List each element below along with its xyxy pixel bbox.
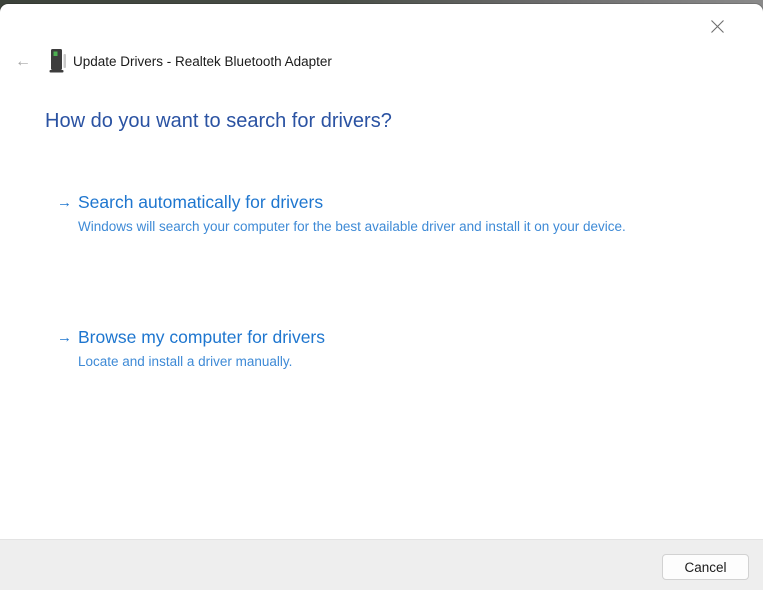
forward-arrow-icon: → [57, 194, 72, 211]
wizard-header: ← Update Drivers - Realtek Bluetooth Ada… [0, 44, 763, 80]
close-x-glyph [710, 19, 724, 33]
option-browse-computer[interactable]: → Browse my computer for drivers Locate … [57, 327, 657, 371]
back-icon[interactable]: ← [8, 44, 38, 80]
forward-arrow-icon: → [57, 329, 72, 346]
option-search-automatically[interactable]: → Search automatically for drivers Windo… [57, 192, 657, 236]
option-title[interactable]: Search automatically for drivers [78, 192, 657, 213]
update-drivers-dialog: ← Update Drivers - Realtek Bluetooth Ada… [0, 4, 763, 590]
option-description: Windows will search your computer for th… [78, 219, 626, 234]
cancel-button[interactable]: Cancel [662, 554, 749, 580]
footer-bar: Cancel [0, 539, 763, 590]
close-icon[interactable] [703, 12, 731, 40]
device-icon [49, 48, 69, 74]
page-title: Update Drivers - Realtek Bluetooth Adapt… [73, 54, 332, 69]
option-title[interactable]: Browse my computer for drivers [78, 327, 657, 348]
option-description: Locate and install a driver manually. [78, 354, 293, 369]
wizard-heading: How do you want to search for drivers? [45, 110, 392, 132]
